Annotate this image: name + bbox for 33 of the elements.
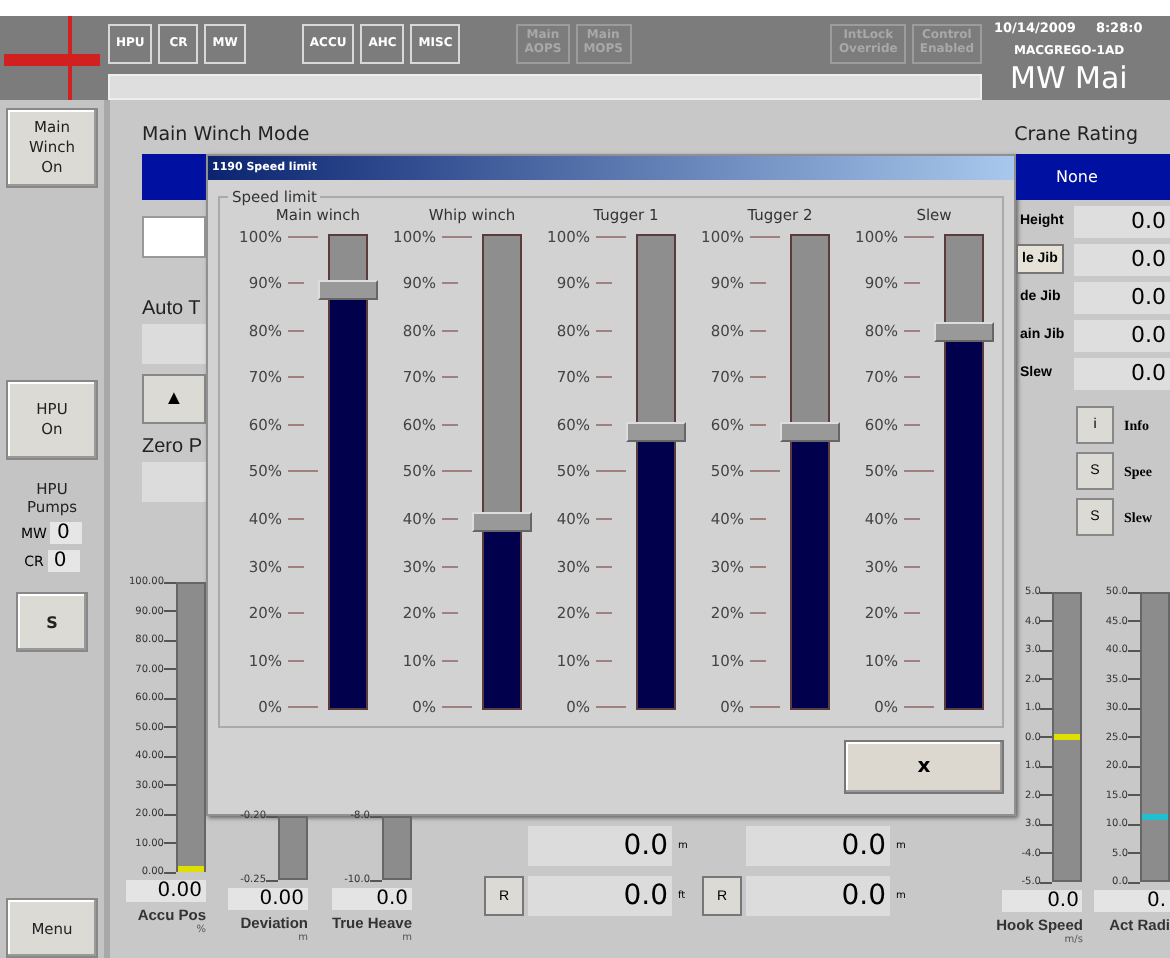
value-readout: 0. (1094, 890, 1170, 912)
logo-icon (0, 16, 104, 100)
crane-rating-value: None (1016, 154, 1170, 200)
zero-label: Zero P (142, 436, 203, 458)
value-readout: 0.0 (746, 876, 890, 916)
s-button[interactable]: S (16, 592, 88, 652)
slider-thumb[interactable] (934, 322, 994, 343)
value-readout: 0.0 (528, 826, 672, 866)
value-readout: 0.0 (1074, 357, 1170, 389)
value-readout: 0.0 (1074, 319, 1170, 351)
mode-bar (142, 154, 206, 200)
value-readout: 0.0 (1002, 890, 1083, 912)
slider-thumb[interactable] (318, 279, 378, 300)
pump-count: 0 (50, 522, 83, 544)
slider-thumb[interactable] (626, 421, 686, 442)
pump-count: 0 (47, 550, 80, 572)
value-readout: 0.0 (332, 888, 412, 910)
mode-label: Main Winch Mode (142, 124, 310, 146)
value-readout: 0.0 (1074, 205, 1170, 237)
screen-title: MW Mai (1010, 60, 1128, 96)
up-button[interactable]: ▲ (142, 374, 206, 424)
value-readout: 0.0 (746, 826, 890, 866)
value-readout: 0.00 (126, 880, 206, 902)
value-readout: 0.0 (528, 876, 672, 916)
value-readout: 0.0 (1074, 281, 1170, 313)
close-button[interactable]: x (844, 740, 1004, 794)
value-readout: 0.0 (1074, 243, 1170, 275)
auto-label: Auto T (142, 298, 201, 320)
slider-thumb[interactable] (780, 421, 840, 442)
input-field[interactable] (142, 216, 206, 258)
crane-rating-label: Crane Rating (1014, 124, 1138, 146)
value-readout: 0.00 (228, 888, 308, 910)
slider-thumb[interactable] (472, 511, 532, 532)
